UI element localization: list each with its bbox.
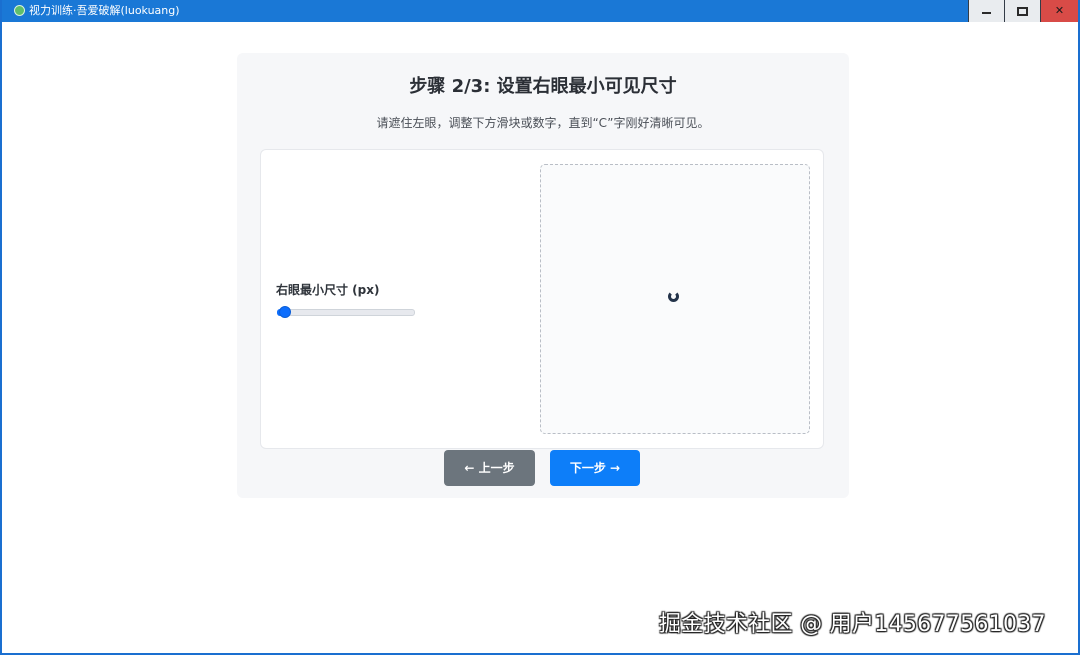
minimize-button[interactable] <box>968 0 1004 22</box>
title-bar[interactable]: 视力训练·吾爱破解(luokuang) ✕ <box>2 0 1078 22</box>
app-icon <box>14 5 25 16</box>
step-card: 步骤 2/3: 设置右眼最小可见尺寸 请遮住左眼，调整下方滑块或数字，直到“C”… <box>237 53 849 498</box>
slider-track[interactable] <box>277 309 415 316</box>
page-title: 步骤 2/3: 设置右眼最小可见尺寸 <box>409 76 677 97</box>
instruction-text: 请遮住左眼，调整下方滑块或数字，直到“C”字刚好清晰可见。 <box>376 116 710 130</box>
previous-step-button[interactable]: ← 上一步 <box>444 450 535 486</box>
size-slider[interactable] <box>277 305 415 319</box>
loading-spinner-icon <box>668 291 679 302</box>
settings-panel: 右眼最小尺寸 (px) <box>260 149 824 449</box>
app-window: 视力训练·吾爱破解(luokuang) ✕ 步骤 2/3: 设置右眼最小可见尺寸… <box>0 0 1080 655</box>
close-icon: ✕ <box>1054 4 1065 17</box>
minimize-icon <box>982 12 991 14</box>
window-title: 视力训练·吾爱破解(luokuang) <box>29 4 180 17</box>
next-step-button[interactable]: 下一步 → <box>550 450 640 486</box>
size-label: 右眼最小尺寸 (px) <box>276 283 380 297</box>
watermark: 掘金技术社区 @ 用户145677561037 <box>659 612 1046 637</box>
slider-thumb[interactable] <box>279 306 291 318</box>
maximize-button[interactable] <box>1004 0 1040 22</box>
maximize-icon <box>1017 6 1028 16</box>
close-button[interactable]: ✕ <box>1040 0 1078 22</box>
optotype-preview <box>540 164 810 434</box>
